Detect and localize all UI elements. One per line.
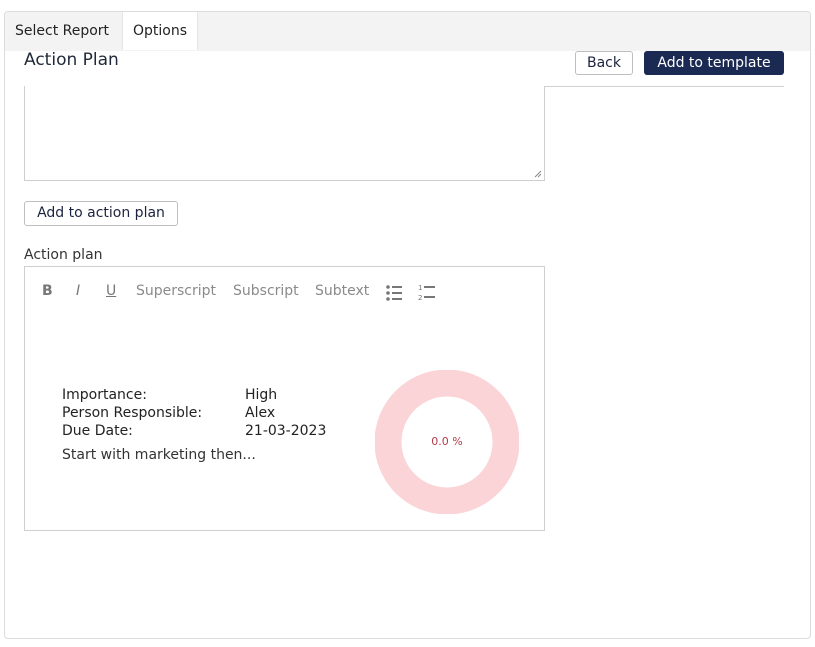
- importance-value: High: [245, 387, 278, 403]
- underline-button[interactable]: U: [106, 283, 116, 299]
- superscript-button[interactable]: Superscript: [136, 283, 216, 299]
- page-title: Action Plan: [24, 50, 119, 70]
- resize-grip-icon[interactable]: [534, 170, 542, 178]
- svg-text:1: 1: [418, 284, 422, 292]
- italic-button[interactable]: I: [76, 283, 80, 299]
- svg-text:2: 2: [418, 294, 422, 302]
- subscript-button[interactable]: Subscript: [233, 283, 299, 299]
- action-plan-label: Action plan: [24, 247, 103, 263]
- person-responsible-label: Person Responsible:: [62, 405, 203, 421]
- importance-label: Importance:: [62, 387, 147, 403]
- add-to-action-plan-button[interactable]: Add to action plan: [24, 201, 178, 226]
- person-responsible-value: Alex: [245, 405, 276, 421]
- subtext-button[interactable]: Subtext: [315, 283, 369, 299]
- due-date-value: 21-03-2023: [245, 423, 327, 439]
- back-button[interactable]: Back: [575, 51, 633, 75]
- tab-options[interactable]: Options: [122, 12, 198, 50]
- action-text-area[interactable]: [24, 86, 545, 181]
- tab-bar: Select Report Options: [5, 12, 810, 51]
- bulleted-list-icon[interactable]: [386, 285, 403, 301]
- numbered-list-icon[interactable]: 1 2: [418, 284, 436, 302]
- progress-percent: 0.0 %: [431, 435, 463, 448]
- tab-select-report[interactable]: Select Report: [5, 12, 122, 50]
- plan-item-note: Start with marketing then...: [62, 447, 256, 463]
- bold-button[interactable]: B: [42, 283, 53, 299]
- action-plan-editor[interactable]: B I U Superscript Subscript Subtext 1 2 …: [24, 266, 545, 531]
- add-to-template-button[interactable]: Add to template: [644, 51, 784, 75]
- due-date-label: Due Date:: [62, 423, 133, 439]
